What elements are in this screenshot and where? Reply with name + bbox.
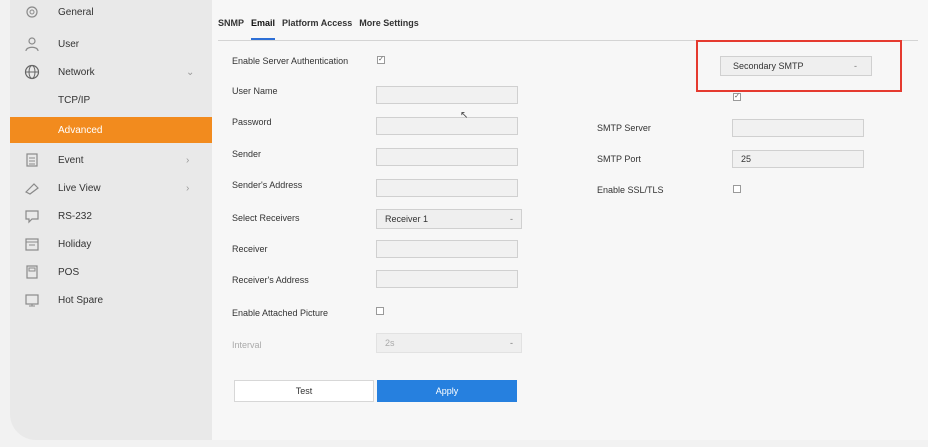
- gear-icon: [24, 4, 40, 20]
- sidebar-item-hot-spare[interactable]: Hot Spare: [10, 288, 212, 312]
- sidebar-item-label: POS: [58, 266, 80, 278]
- smtp-select-dropdown[interactable]: Secondary SMTP -: [720, 56, 872, 76]
- sidebar-item-label: Network: [58, 66, 95, 78]
- sender-address-label: Sender's Address: [232, 180, 303, 190]
- interval-value: 2s: [385, 338, 395, 348]
- sidebar-item-holiday[interactable]: Holiday: [10, 232, 212, 256]
- interval-dropdown[interactable]: 2s -: [376, 333, 522, 353]
- sidebar-item-label: General: [58, 6, 94, 18]
- enable-auth-checkbox[interactable]: ✓: [377, 56, 385, 64]
- sidebar-item-rs232[interactable]: RS-232: [10, 204, 212, 228]
- dropdown-caret-icon: -: [854, 61, 857, 71]
- sidebar-item-advanced[interactable]: Advanced: [10, 117, 212, 143]
- email-settings-panel: SNMP Email Platform Access More Settings…: [212, 0, 928, 440]
- sidebar-item-label: Holiday: [58, 238, 92, 250]
- ssl-checkbox[interactable]: [733, 185, 741, 193]
- receiver-address-label: Receiver's Address: [232, 275, 309, 285]
- sidebar-item-live-view[interactable]: Live View ›: [10, 176, 212, 200]
- sidebar-item-label: Event: [58, 154, 84, 166]
- sidebar-item-event[interactable]: Event ›: [10, 148, 212, 172]
- smtp-port-field[interactable]: 25: [732, 150, 864, 168]
- interval-label: Interval: [232, 340, 262, 350]
- chevron-right-icon: ›: [186, 182, 190, 194]
- user-name-label: User Name: [232, 86, 278, 96]
- receiver-label: Receiver: [232, 244, 268, 254]
- sidebar-item-network[interactable]: Network ⌄: [10, 60, 212, 84]
- sender-label: Sender: [232, 149, 262, 159]
- sidebar-item-label: Live View: [58, 182, 101, 194]
- smtp-enable-checkbox[interactable]: ✓: [733, 93, 741, 101]
- select-receivers-dropdown[interactable]: Receiver 1 -: [376, 209, 522, 229]
- apply-button[interactable]: Apply: [377, 380, 517, 402]
- sidebar-item-label: Hot Spare: [58, 294, 104, 306]
- chat-icon: [24, 208, 40, 224]
- camera-icon: [24, 180, 40, 196]
- chevron-right-icon: ›: [186, 154, 190, 166]
- tab-email[interactable]: Email: [251, 18, 276, 40]
- sidebar-item-label: TCP/IP: [58, 94, 91, 106]
- password-label: Password: [232, 117, 272, 127]
- tab-more-settings[interactable]: More Settings: [359, 18, 419, 40]
- sidebar-item-pos[interactable]: POS: [10, 260, 212, 284]
- user-name-field[interactable]: [376, 86, 518, 104]
- sidebar-item-general[interactable]: General: [10, 0, 212, 24]
- select-receivers-label: Select Receivers: [232, 213, 300, 223]
- select-receivers-value: Receiver 1: [385, 214, 429, 224]
- tab-platform-access[interactable]: Platform Access: [282, 18, 352, 40]
- smtp-server-label: SMTP Server: [597, 123, 651, 133]
- sidebar-item-label: User: [58, 38, 80, 50]
- user-icon: [24, 36, 40, 52]
- smtp-port-label: SMTP Port: [597, 154, 641, 164]
- receiver-field[interactable]: [376, 240, 518, 258]
- dropdown-caret-icon: -: [510, 214, 513, 224]
- attach-picture-label: Enable Attached Picture: [232, 308, 329, 318]
- chevron-down-icon: ⌄: [186, 66, 195, 78]
- calendar-icon: [24, 236, 40, 252]
- sender-address-field[interactable]: [376, 179, 518, 197]
- sender-field[interactable]: [376, 148, 518, 166]
- tab-bar: SNMP Email Platform Access More Settings: [218, 18, 426, 40]
- sidebar-item-label: RS-232: [58, 210, 92, 222]
- globe-icon: [24, 64, 40, 80]
- test-button[interactable]: Test: [234, 380, 374, 402]
- monitor-icon: [24, 292, 40, 308]
- password-field[interactable]: [376, 117, 518, 135]
- smtp-select-value: Secondary SMTP: [733, 61, 804, 71]
- dropdown-caret-icon: -: [510, 338, 513, 348]
- tab-snmp[interactable]: SNMP: [218, 18, 244, 40]
- sidebar-item-label: Advanced: [58, 124, 103, 136]
- enable-auth-label: Enable Server Authentication: [232, 56, 349, 66]
- smtp-server-field[interactable]: [732, 119, 864, 137]
- sidebar-item-tcpip[interactable]: TCP/IP: [10, 88, 212, 112]
- attach-picture-checkbox[interactable]: [376, 307, 384, 315]
- receiver-address-field[interactable]: [376, 270, 518, 288]
- sidebar: General User Network ⌄ TCP/IP Advanced E…: [10, 0, 212, 440]
- ssl-label: Enable SSL/TLS: [597, 185, 664, 195]
- sidebar-item-user[interactable]: User: [10, 32, 212, 56]
- register-icon: [24, 264, 40, 280]
- mouse-cursor-icon: ↖: [460, 110, 469, 121]
- clipboard-icon: [24, 152, 40, 168]
